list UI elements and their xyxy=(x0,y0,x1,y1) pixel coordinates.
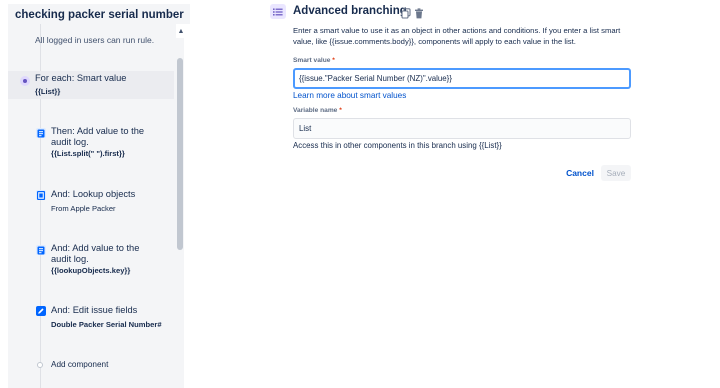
component-title: And: Add value to the audit log. xyxy=(51,243,140,264)
add-component-label: Add component xyxy=(51,360,109,369)
smart-value-label: Smart value * xyxy=(293,57,335,64)
component-title: And: Edit issue fields xyxy=(51,305,138,315)
add-component-icon xyxy=(37,362,43,368)
truncated-text xyxy=(66,24,126,26)
component-subtitle: {{lookupObjects.key}} xyxy=(51,266,131,275)
component-subtitle: {{List}} xyxy=(35,87,61,96)
learn-more-smart-values-link[interactable]: Learn more about smart values xyxy=(293,91,406,100)
lookup-objects-icon xyxy=(36,190,46,200)
panel-description: Enter a smart value to use it as an obje… xyxy=(293,26,621,46)
component-add-audit-log-2[interactable]: And: Add value to the audit log. {{looku… xyxy=(8,241,174,281)
required-marker: * xyxy=(332,57,335,64)
rule-actor-note: All logged in users can run rule. xyxy=(35,35,155,45)
panel-title: Advanced branching xyxy=(293,5,407,17)
branch-icon xyxy=(20,76,30,86)
rule-sidebar: checking packer serial number All logged… xyxy=(0,0,190,388)
component-lookup-objects[interactable]: And: Lookup objects From Apple Packer xyxy=(8,187,174,215)
save-button[interactable]: Save xyxy=(601,165,631,181)
component-subtitle: Double Packer Serial Number# xyxy=(51,320,162,329)
variable-help-text: Access this in other components in this … xyxy=(293,141,502,150)
delete-icon[interactable] xyxy=(414,6,424,19)
component-title: And: Lookup objects xyxy=(51,189,136,199)
smart-value-label-text: Smart value xyxy=(293,57,331,64)
sidebar-scrollbar-thumb[interactable] xyxy=(177,58,183,250)
cancel-button[interactable]: Cancel xyxy=(560,165,600,181)
component-edit-issue-fields[interactable]: And: Edit issue fields Double Packer Ser… xyxy=(8,303,174,331)
edit-icon xyxy=(36,306,46,316)
component-title: For each: Smart value xyxy=(35,73,127,83)
variable-name-label-text: Variable name xyxy=(293,107,338,114)
copy-icon[interactable] xyxy=(401,6,411,19)
rule-title: checking packer serial number xyxy=(15,9,184,21)
component-subtitle: {{List.split(" ").first}} xyxy=(51,149,125,158)
audit-log-icon xyxy=(36,128,46,138)
audit-log-icon xyxy=(36,245,46,255)
component-title: Then: Add value to the audit log. xyxy=(51,126,145,147)
scroll-up-arrow-icon[interactable]: ▲ xyxy=(177,28,185,36)
variable-name-label: Variable name * xyxy=(293,107,342,114)
component-for-each[interactable]: For each: Smart value {{List}} xyxy=(8,71,174,99)
branch-list-icon xyxy=(270,4,286,19)
rule-component-list: All logged in users can run rule. For ea… xyxy=(8,24,176,388)
add-component-button[interactable]: Add component xyxy=(8,358,174,374)
component-add-audit-log-1[interactable]: Then: Add value to the audit log. {{List… xyxy=(8,124,174,164)
required-marker: * xyxy=(339,107,342,114)
component-subtitle: From Apple Packer xyxy=(51,204,116,213)
variable-name-input[interactable] xyxy=(293,118,631,139)
smart-value-input[interactable] xyxy=(293,68,631,89)
